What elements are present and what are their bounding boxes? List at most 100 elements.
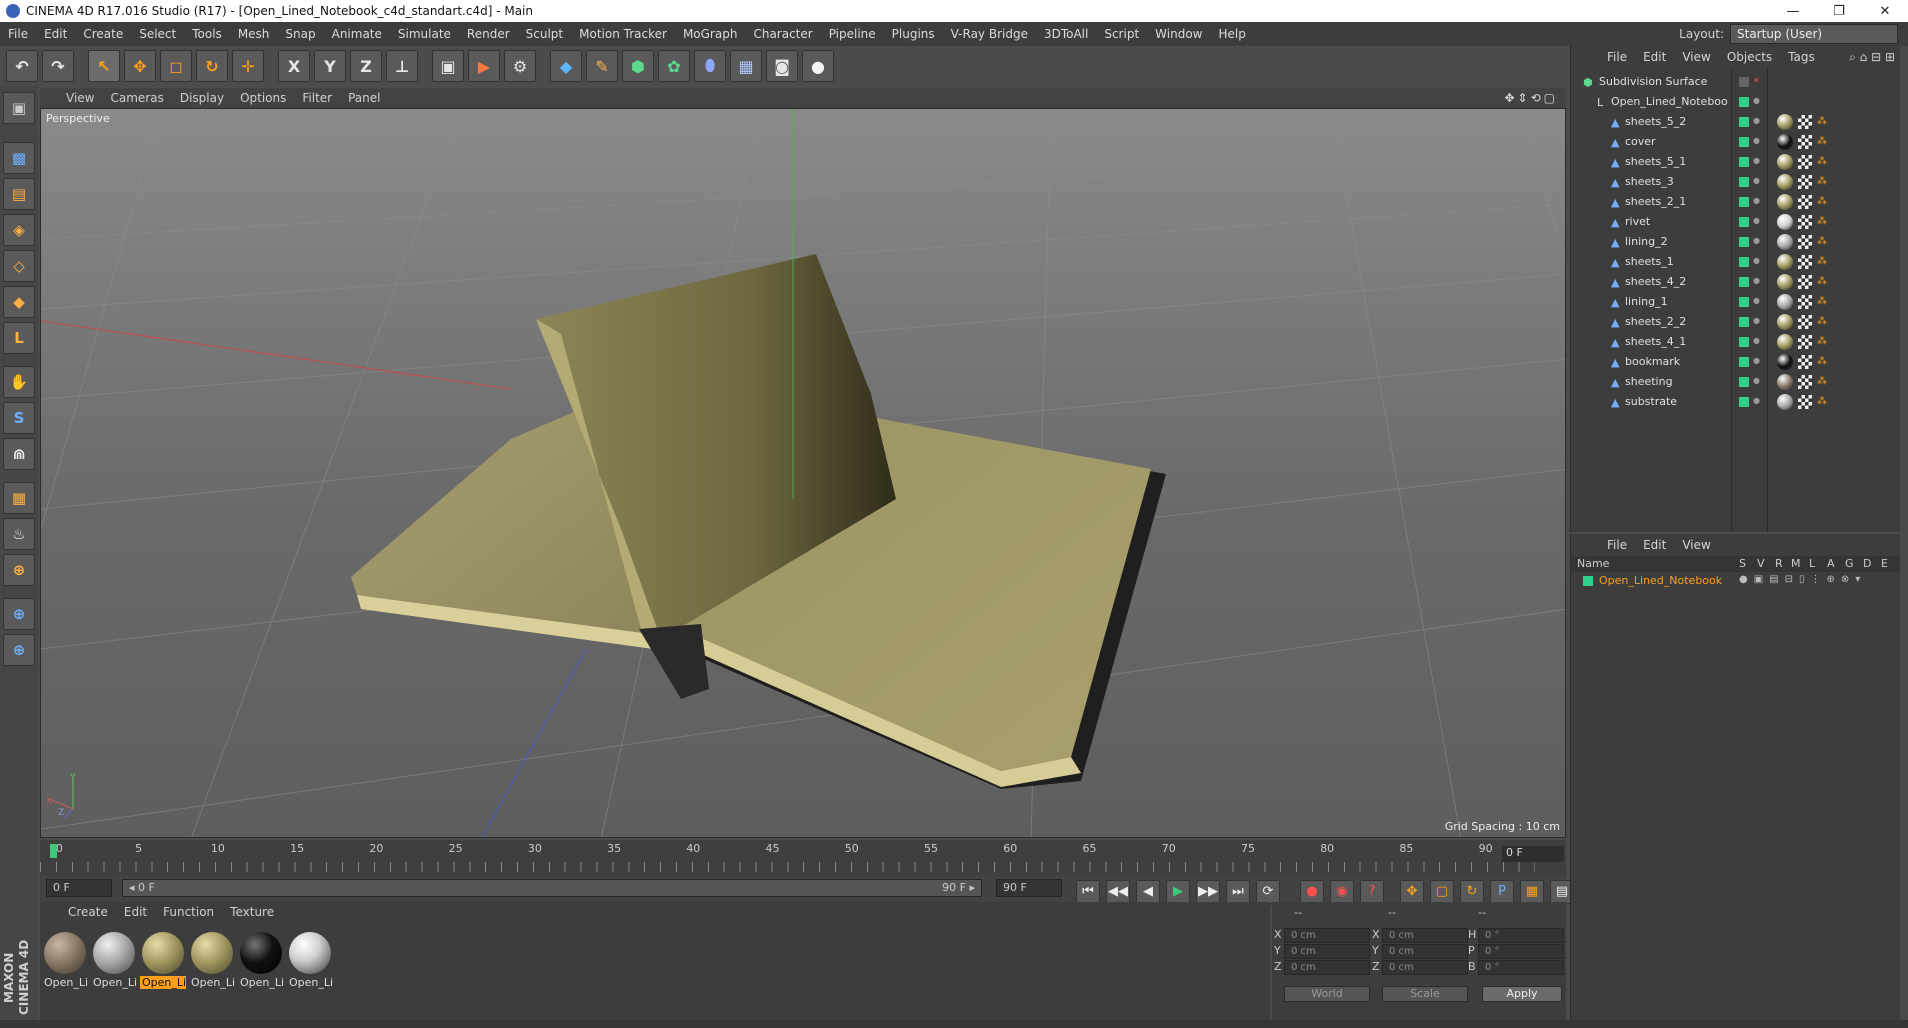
camera-icon[interactable]: ◙ (766, 50, 798, 82)
phong-tag-icon[interactable]: ⁂ (1817, 236, 1827, 247)
visibility-dot-icon[interactable] (1739, 177, 1749, 187)
uvw-tag-icon[interactable] (1798, 235, 1812, 249)
layer-toggles-icons[interactable]: ●▣▤⊟▯⋮⊕⊗▾ (1739, 574, 1866, 585)
menu-mesh[interactable]: Mesh (230, 27, 278, 41)
maximize-button[interactable]: ❐ (1816, 4, 1862, 19)
object-menu-objects[interactable]: Objects (1719, 50, 1780, 64)
material-tag-icon[interactable] (1777, 374, 1793, 390)
object-row[interactable]: ▲ sheets_5_1 ● ⁂ (1571, 152, 1901, 172)
visibility-dot-icon[interactable] (1739, 357, 1749, 367)
object-row[interactable]: ▲ sheets_1 ● ⁂ (1571, 252, 1901, 272)
x-axis-lock-icon[interactable]: X (278, 50, 310, 82)
edges-mode-icon[interactable]: ◆ (3, 286, 35, 318)
start-frame-field[interactable]: 0 F (46, 879, 112, 897)
key-position-icon[interactable]: ✥ (1400, 880, 1424, 904)
texture-mode-icon[interactable]: ▤ (3, 178, 35, 210)
menu-script[interactable]: Script (1096, 27, 1147, 41)
python-script-2-icon[interactable]: ⊕ (3, 634, 35, 666)
subdivision-surface-icon[interactable]: ⬢ (622, 50, 654, 82)
keyframe-selection-icon[interactable]: ? (1360, 880, 1384, 904)
select-tool-icon[interactable]: ↖ (88, 50, 120, 82)
material-menu-function[interactable]: Function (155, 905, 222, 919)
object-row[interactable]: ▲ sheets_4_1 ● ⁂ (1571, 332, 1901, 352)
visibility-dot-icon[interactable] (1739, 397, 1749, 407)
material-tag-icon[interactable] (1777, 114, 1793, 130)
material-tag-icon[interactable] (1777, 294, 1793, 310)
phong-tag-icon[interactable]: ⁂ (1817, 136, 1827, 147)
menu-mograph[interactable]: MoGraph (675, 27, 746, 41)
workplane-mode-icon[interactable]: ◈ (3, 214, 35, 246)
material-tag-icon[interactable] (1777, 254, 1793, 270)
render-dot-icon[interactable]: ● (1753, 376, 1760, 385)
uvw-tag-icon[interactable] (1798, 115, 1812, 129)
viewport-menu-cameras[interactable]: Cameras (102, 91, 171, 105)
rotation-b-field[interactable]: 0 ° (1478, 960, 1564, 975)
record-icon[interactable]: ● (1300, 880, 1324, 904)
material-tag-icon[interactable] (1777, 134, 1793, 150)
key-pla-icon[interactable]: ▦ (1520, 880, 1544, 904)
close-button[interactable]: ✕ (1862, 4, 1908, 19)
apply-button[interactable]: Apply (1482, 986, 1562, 1002)
object-menu-view[interactable]: View (1674, 50, 1718, 64)
render-dot-icon[interactable]: ● (1753, 96, 1760, 105)
menu-plugins[interactable]: Plugins (884, 27, 943, 41)
phong-tag-icon[interactable]: ⁂ (1817, 376, 1827, 387)
phong-tag-icon[interactable]: ⁂ (1817, 156, 1827, 167)
render-picture-viewer-icon[interactable]: ▶ (468, 50, 500, 82)
autokey-icon[interactable]: ◉ (1330, 880, 1354, 904)
layout-dropdown[interactable]: Startup (User) (1730, 24, 1898, 44)
object-row[interactable]: ▲ rivet ● ⁂ (1571, 212, 1901, 232)
object-row[interactable]: ▲ sheets_2_2 ● ⁂ (1571, 312, 1901, 332)
render-dot-icon[interactable]: ● (1753, 396, 1760, 405)
render-dot-icon[interactable]: ● (1753, 196, 1760, 205)
phong-tag-icon[interactable]: ⁂ (1817, 356, 1827, 367)
render-settings-icon[interactable]: ⚙ (504, 50, 536, 82)
object-row[interactable]: ▲ cover ● ⁂ (1571, 132, 1901, 152)
size-y-field[interactable]: 0 cm (1382, 944, 1468, 959)
rotation-h-field[interactable]: 0 ° (1478, 928, 1564, 943)
phong-tag-icon[interactable]: ⁂ (1817, 316, 1827, 327)
go-to-end-icon[interactable]: ⏭ (1226, 880, 1250, 904)
material-swatch[interactable]: Open_Li (189, 930, 235, 990)
tweak-mode-icon[interactable]: S (3, 402, 35, 434)
object-menu-file[interactable]: File (1599, 50, 1635, 64)
render-dot-icon[interactable]: ● (1753, 256, 1760, 265)
preview-range-slider[interactable]: ◂ 0 F 90 F ▸ (122, 879, 982, 897)
menu-select[interactable]: Select (131, 27, 184, 41)
object-row[interactable]: ▲ bookmark ● ⁂ (1571, 352, 1901, 372)
material-tag-icon[interactable] (1777, 394, 1793, 410)
menu-motion-tracker[interactable]: Motion Tracker (571, 27, 675, 41)
uvw-tag-icon[interactable] (1798, 375, 1812, 389)
material-menu-texture[interactable]: Texture (222, 905, 282, 919)
uvw-tag-icon[interactable] (1798, 215, 1812, 229)
next-key-icon[interactable]: ▶▶ (1196, 880, 1220, 904)
redo-icon[interactable]: ↷ (42, 50, 74, 82)
key-scale-icon[interactable]: ▢ (1430, 880, 1454, 904)
transform-tool-icon[interactable]: ✛ (232, 50, 264, 82)
material-swatch[interactable]: Open_Li (91, 930, 137, 990)
object-row[interactable]: ▲ sheets_3 ● ⁂ (1571, 172, 1901, 192)
menu-simulate[interactable]: Simulate (390, 27, 459, 41)
menu-file[interactable]: File (0, 27, 36, 41)
object-row[interactable]: ▲ sheeting ● ⁂ (1571, 372, 1901, 392)
menu-help[interactable]: Help (1210, 27, 1253, 41)
material-tag-icon[interactable] (1777, 214, 1793, 230)
uvw-tag-icon[interactable] (1798, 255, 1812, 269)
object-row-notebook-group[interactable]: L Open_Lined_Noteboo ● (1571, 92, 1901, 112)
points-mode-icon[interactable]: ◇ (3, 250, 35, 282)
material-menu-create[interactable]: Create (60, 905, 116, 919)
material-tag-icon[interactable] (1777, 234, 1793, 250)
material-tag-icon[interactable] (1777, 354, 1793, 370)
visibility-dot-icon[interactable] (1739, 377, 1749, 387)
menu-pipeline[interactable]: Pipeline (821, 27, 884, 41)
position-x-field[interactable]: 0 cm (1284, 928, 1370, 943)
menu-vray-bridge[interactable]: V-Ray Bridge (943, 27, 1036, 41)
visibility-dot-icon[interactable] (1739, 197, 1749, 207)
rotate-tool-icon[interactable]: ↻ (196, 50, 228, 82)
layer-menu-edit[interactable]: Edit (1635, 538, 1674, 552)
light-icon[interactable]: ● (802, 50, 834, 82)
menu-edit[interactable]: Edit (36, 27, 75, 41)
visibility-dot-icon[interactable] (1739, 217, 1749, 227)
uvw-tag-icon[interactable] (1798, 175, 1812, 189)
phong-tag-icon[interactable]: ⁂ (1817, 336, 1827, 347)
